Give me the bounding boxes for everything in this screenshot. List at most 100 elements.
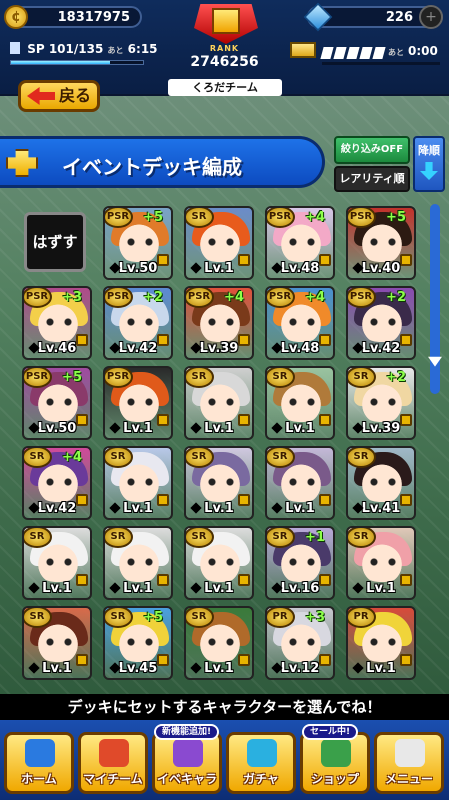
character-eyes	[206, 318, 236, 326]
level-label: Lv.48	[267, 260, 333, 278]
rarity-badge: PSR	[105, 368, 133, 388]
rarity-badge: PSR	[24, 288, 52, 308]
level-label: Lv.39	[348, 420, 414, 438]
rarity-badge: SR	[24, 608, 52, 628]
rarity-badge: SR	[186, 208, 214, 228]
character-eyes	[125, 558, 155, 566]
filter-toggle-button[interactable]: 絞り込みOFF	[334, 136, 410, 164]
nav-label: マイチーム	[83, 772, 143, 786]
team-name[interactable]: くろだチーム	[168, 79, 282, 96]
level-label: Lv.50	[105, 260, 171, 278]
character-card[interactable]: SR +5 Lv.45	[103, 606, 173, 680]
rarity-badge: SR	[186, 368, 214, 388]
character-card[interactable]: PR Lv.1	[346, 606, 416, 680]
gem-icon	[303, 2, 333, 32]
instruction-text: デッキにセットするキャラクターを選んでね！	[0, 694, 449, 720]
character-eyes	[368, 558, 398, 566]
rarity-badge: SR	[348, 528, 376, 548]
character-card[interactable]: SR Lv.1	[184, 206, 254, 280]
coin-icon: ¢	[4, 5, 28, 29]
stamina-timer: あと 0:00	[388, 44, 438, 58]
character-card[interactable]: PSR +2 Lv.42	[103, 286, 173, 360]
rarity-badge: PSR	[348, 208, 376, 228]
character-card[interactable]: PSR +3 Lv.46	[22, 286, 92, 360]
character-card[interactable]: SR Lv.1	[265, 446, 335, 520]
nav-item[interactable]: ガチャ	[226, 732, 296, 794]
nav-item[interactable]: イベキャラ	[152, 732, 222, 794]
character-card[interactable]: SR +4 Lv.42	[22, 446, 92, 520]
sort-rarity-button[interactable]: レアリティ順	[334, 166, 410, 192]
character-card[interactable]: SR Lv.1	[184, 366, 254, 440]
level-label: Lv.1	[186, 660, 252, 678]
level-label: Lv.1	[105, 500, 171, 518]
character-card[interactable]: SR Lv.1	[103, 446, 173, 520]
sort-order-button[interactable]: 降順	[413, 136, 445, 192]
nav-item[interactable]: メニュー	[374, 732, 444, 794]
character-eyes	[368, 478, 398, 486]
character-card[interactable]: SR Lv.1	[22, 526, 92, 600]
rarity-badge: SR	[267, 448, 295, 468]
character-card[interactable]: SR Lv.41	[346, 446, 416, 520]
nav-item[interactable]: マイチーム	[78, 732, 148, 794]
character-card[interactable]: SR Lv.1	[184, 446, 254, 520]
character-card[interactable]: SR Lv.1	[346, 526, 416, 600]
character-card[interactable]: SR +1 Lv.16	[265, 526, 335, 600]
rarity-badge: SR	[267, 528, 295, 548]
level-label: Lv.50	[24, 420, 90, 438]
character-eyes	[125, 478, 155, 486]
character-card[interactable]: SR +2 Lv.39	[346, 366, 416, 440]
coin-value: 18317975	[57, 10, 130, 25]
character-card[interactable]: SR Lv.1	[184, 526, 254, 600]
character-eyes	[287, 398, 317, 406]
rarity-badge: SR	[24, 528, 52, 548]
back-label: 戻る	[59, 86, 92, 105]
nav-tag: 新機能追加!	[154, 724, 220, 740]
ticket-icon	[290, 42, 316, 58]
character-eyes	[125, 638, 155, 646]
rarity-badge: SR	[348, 368, 376, 388]
gem-counter[interactable]: 226 +	[303, 2, 443, 32]
character-card[interactable]: PSR +5 Lv.50	[103, 206, 173, 280]
character-card[interactable]: PSR +4 Lv.39	[184, 286, 254, 360]
rarity-badge: PSR	[348, 288, 376, 308]
back-button[interactable]: 戻る	[18, 80, 100, 112]
rarity-badge: PSR	[186, 288, 214, 308]
stamina-segment	[333, 47, 347, 59]
character-grid: はずす PSR +5 Lv.50 SR Lv.1 PSR +4 Lv.48 PSR +5 Lv.40…	[18, 200, 423, 700]
stamina-segment	[359, 47, 373, 59]
nav-item[interactable]: ホーム	[4, 732, 74, 794]
level-label: Lv.1	[24, 660, 90, 678]
bonus-badge: +2	[386, 290, 406, 305]
character-card[interactable]: PSR Lv.1	[103, 366, 173, 440]
character-card[interactable]: SR Lv.1	[265, 366, 335, 440]
character-eyes	[368, 638, 398, 646]
level-label: Lv.42	[24, 500, 90, 518]
character-eyes	[287, 318, 317, 326]
character-card[interactable]: PSR +4 Lv.48	[265, 206, 335, 280]
character-eyes	[206, 558, 236, 566]
nav-item[interactable]: ショップ	[300, 732, 370, 794]
character-card[interactable]: PSR +5 Lv.50	[22, 366, 92, 440]
bonus-badge: +3	[62, 290, 82, 305]
character-card[interactable]: PSR +2 Lv.42	[346, 286, 416, 360]
character-card[interactable]: PR +3 Lv.12	[265, 606, 335, 680]
character-card[interactable]: PSR +4 Lv.48	[265, 286, 335, 360]
rarity-badge: SR	[267, 368, 295, 388]
unequip-button[interactable]: はずす	[24, 212, 86, 272]
bonus-badge: +1	[305, 530, 325, 545]
level-label: Lv.1	[267, 420, 333, 438]
back-arrow-icon	[27, 87, 55, 105]
level-label: Lv.1	[186, 580, 252, 598]
character-eyes	[44, 478, 74, 486]
level-label: Lv.1	[267, 500, 333, 518]
character-card[interactable]: SR Lv.1	[184, 606, 254, 680]
character-card[interactable]: SR Lv.1	[22, 606, 92, 680]
bonus-badge: +4	[305, 290, 325, 305]
character-card[interactable]: SR Lv.1	[103, 526, 173, 600]
character-eyes	[125, 238, 155, 246]
arrow-down-icon	[420, 162, 438, 180]
add-gems-icon[interactable]: +	[419, 5, 443, 29]
bonus-badge: +5	[386, 210, 406, 225]
character-card[interactable]: PSR +5 Lv.40	[346, 206, 416, 280]
rarity-badge: PSR	[267, 208, 295, 228]
